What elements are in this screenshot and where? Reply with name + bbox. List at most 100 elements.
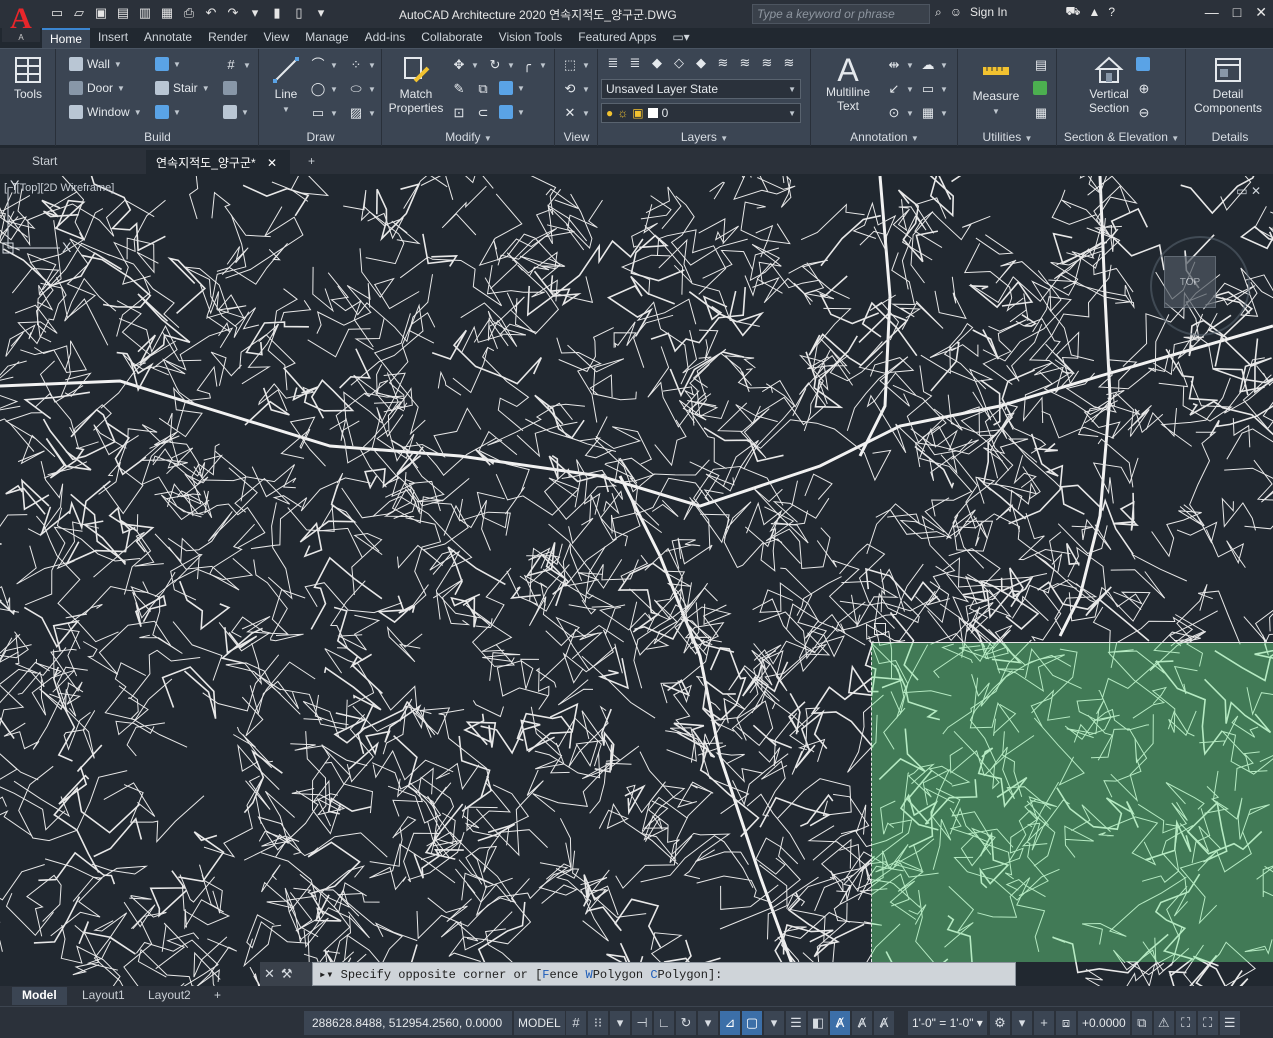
export-icon[interactable]: ▥ <box>136 4 154 22</box>
tab-manage[interactable]: Manage <box>297 28 356 48</box>
tag-button[interactable]: ▭ ▼ <box>920 81 948 97</box>
layer-unisolate-icon[interactable]: ◇ <box>671 55 687 71</box>
layer-isolate-icon[interactable]: ◆ <box>649 55 665 71</box>
point-button[interactable]: ⁘ ▼ <box>348 57 376 73</box>
current-layer-dropdown[interactable]: ● ☼ ▣ 0 ▼ <box>601 103 801 123</box>
close-icon[interactable]: ✕ <box>1255 4 1267 21</box>
layer-freeze-icon[interactable]: ≋ <box>715 55 731 71</box>
close-tab-icon[interactable]: ✕ <box>267 156 277 170</box>
tab-vision-tools[interactable]: Vision Tools <box>491 28 571 48</box>
sign-in-button[interactable]: Sign In <box>970 5 1007 19</box>
command-input[interactable]: ▸▾ Specify opposite corner or [Fence WPo… <box>312 962 1016 986</box>
wall-button[interactable]: Wall ▼ <box>69 57 122 71</box>
snap-dropdown-icon[interactable]: ▾ <box>610 1011 630 1035</box>
surface-hatch-icon[interactable]: ⛶ <box>1175 1011 1196 1035</box>
calculator-button[interactable]: ▦ <box>1033 105 1049 121</box>
grid-button[interactable]: # ▼ <box>223 57 251 73</box>
elevation-readout[interactable]: +0.0000 <box>1078 1011 1130 1035</box>
object-snap-dropdown-icon[interactable]: ▾ <box>764 1011 784 1035</box>
polyline-button[interactable]: ⌒ ▼ <box>310 57 337 73</box>
polar-dropdown-icon[interactable]: ▾ <box>698 1011 718 1035</box>
line-button[interactable]: Line ▼ <box>268 55 304 117</box>
tab-layout1[interactable]: Layout1 <box>72 987 135 1005</box>
layer-previous-icon[interactable]: ≣ <box>627 55 643 71</box>
fillet-button[interactable]: ╭ ▼ <box>519 57 547 73</box>
view-pan-button[interactable]: ✕ ▼ <box>562 105 590 121</box>
maximize-icon[interactable]: □ <box>1233 4 1241 21</box>
hatch-button[interactable]: ▨ ▼ <box>348 105 376 121</box>
utilities-panel-title[interactable]: Utilities ▼ <box>959 130 1056 144</box>
measure-button[interactable]: Measure ▼ <box>967 57 1025 119</box>
model-space-button[interactable]: MODEL <box>514 1011 565 1035</box>
application-menu-button[interactable]: A A <box>2 2 40 42</box>
rectangle-button[interactable]: ▭ ▼ <box>310 105 338 121</box>
trim-button[interactable]: ▼ <box>499 105 525 119</box>
layer-off-icon[interactable]: ◆ <box>693 55 709 71</box>
cloud-button[interactable]: ☁ ▼ <box>920 57 948 73</box>
lineweight-icon[interactable]: ☰ <box>786 1011 806 1035</box>
close-command-icon[interactable]: ✕ <box>264 966 275 982</box>
isodraft-icon[interactable]: ⊿ <box>720 1011 740 1035</box>
customize-command-icon[interactable]: ⚒ <box>281 966 293 982</box>
tab-featured-apps[interactable]: Featured Apps <box>570 28 664 48</box>
project-icon[interactable]: ▮ <box>268 4 286 22</box>
workspace-gear-icon[interactable]: ⚙ <box>990 1011 1010 1035</box>
new-tab-icon[interactable]: + <box>298 150 325 174</box>
start-tab[interactable]: Start <box>22 150 142 174</box>
tab-add-ins[interactable]: Add-ins <box>357 28 414 48</box>
build-panel-title[interactable]: Build <box>57 130 258 144</box>
coordinates-readout[interactable]: 288628.8488, 512954.2560, 0.0000 <box>304 1011 512 1035</box>
offset-button[interactable]: ⊂ <box>475 105 491 121</box>
keynote-button[interactable]: ⊙ ▼ <box>886 105 914 121</box>
section-panel-title[interactable]: Section & Elevation ▼ <box>1058 130 1185 144</box>
tab-annotate[interactable]: Annotate <box>136 28 200 48</box>
open-icon[interactable]: ▱ <box>70 4 88 22</box>
match-properties-button[interactable]: Match Properties <box>387 55 445 115</box>
stair-button[interactable]: Stair ▼ <box>155 81 210 95</box>
detail-components-button[interactable]: Detail Components <box>1187 55 1269 115</box>
customization-menu-icon[interactable]: ☰ <box>1219 1011 1240 1035</box>
window-button[interactable]: Window ▼ <box>69 105 142 119</box>
layer-manager-icon[interactable]: ▯ <box>290 4 308 22</box>
print-icon[interactable]: ⎙ <box>180 4 198 22</box>
auto-scale-icon[interactable]: Ⱥ <box>852 1011 872 1035</box>
search-input[interactable]: Type a keyword or phrase <box>752 4 930 24</box>
clean-screen-icon[interactable]: ⛶ <box>1197 1011 1218 1035</box>
layer-walk-icon[interactable]: ≋ <box>781 55 797 71</box>
object-snap-icon[interactable]: ▢ <box>742 1011 762 1035</box>
array-button[interactable]: ▼ <box>499 81 525 95</box>
new-icon[interactable]: ▭ <box>48 4 66 22</box>
help-icon[interactable]: ? <box>1108 5 1115 19</box>
erase-button[interactable]: ✎ <box>451 81 467 97</box>
layers-panel-title[interactable]: Layers ▼ <box>599 130 810 144</box>
ribbon-toggle-icon[interactable]: ▭▾ <box>664 28 697 48</box>
autodesk-icon[interactable]: ▲ <box>1088 5 1100 19</box>
select-similar-button[interactable] <box>1033 81 1047 95</box>
tab-layout2[interactable]: Layout2 <box>138 987 201 1005</box>
space-button[interactable] <box>223 81 237 95</box>
layer-properties-icon[interactable]: ≣ <box>605 55 621 71</box>
section-line-button[interactable]: ⊕ <box>1136 81 1152 97</box>
copy-button[interactable]: ⧉ <box>475 81 491 97</box>
column-grid-button[interactable]: ▼ <box>155 105 181 119</box>
annotation-panel-title[interactable]: Annotation ▼ <box>812 130 957 144</box>
command-history-icon[interactable]: ▸▾ <box>319 968 333 982</box>
viewcube[interactable]: TOP <box>1164 256 1216 308</box>
add-layout-icon[interactable]: + <box>204 987 231 1005</box>
grid-display-icon[interactable]: # <box>566 1011 586 1035</box>
cart-icon[interactable]: ⛟ <box>1065 4 1080 20</box>
circle-button[interactable]: ◯ ▼ <box>310 81 338 97</box>
workspace-icon[interactable]: ▾ <box>246 4 264 22</box>
redo-icon[interactable]: ↷ <box>224 4 242 22</box>
tab-home[interactable]: Home <box>42 28 91 48</box>
customize-icon[interactable]: ▾ <box>312 4 330 22</box>
layer-lock-icon[interactable]: ≋ <box>737 55 753 71</box>
drawing-tab[interactable]: 연속지적도_양구군* ✕ <box>146 150 290 174</box>
view-3d-button[interactable]: ⬚ ▼ <box>562 57 590 73</box>
annotation-scale-dropdown[interactable]: 1'-0" = 1'-0" ▾ <box>908 1011 987 1035</box>
ellipse-button[interactable]: ⬭ ▼ <box>348 81 375 97</box>
leader-button[interactable]: ↙ ▼ <box>886 81 914 97</box>
tab-view[interactable]: View <box>255 28 297 48</box>
command-option-cpolygon-key[interactable]: C <box>650 968 657 982</box>
save-icon[interactable]: ▣ <box>92 4 110 22</box>
